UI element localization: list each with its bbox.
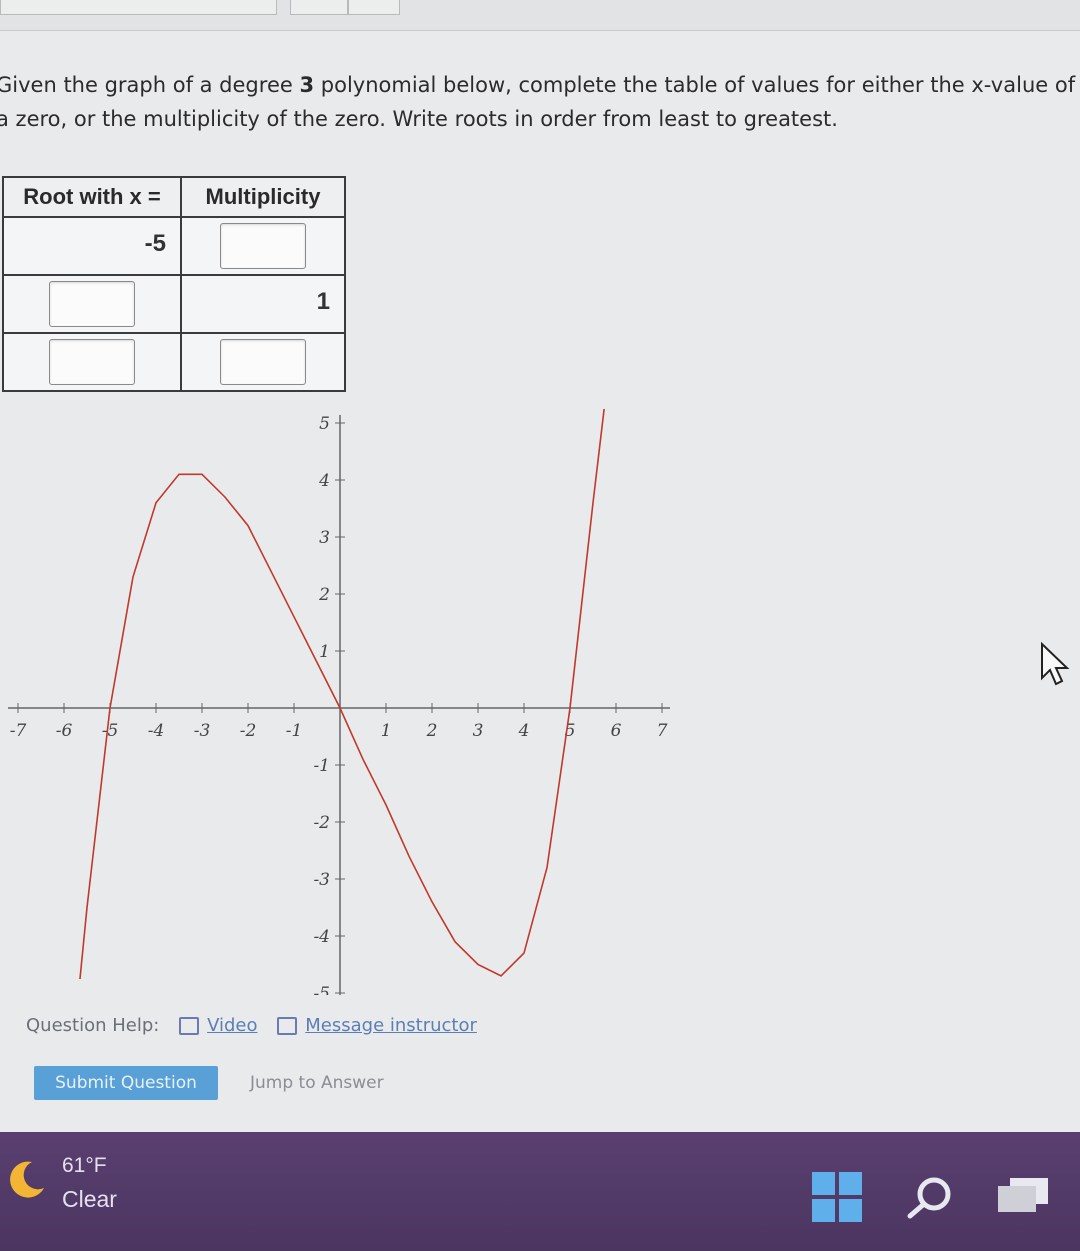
task-view-icon[interactable] [996, 1176, 1052, 1216]
question-text: Given the graph of a degree 3 polynomial… [0, 68, 1080, 136]
question-prefix: Given the graph of a degree [0, 73, 300, 97]
multiplicity-cell: 1 [180, 274, 346, 334]
taskbar: 61°F Clear [0, 1132, 1080, 1251]
jump-to-answer-link[interactable]: Jump to Answer [250, 1073, 384, 1093]
x-tick-label: -7 [10, 721, 27, 741]
y-tick-label: -1 [313, 756, 330, 776]
root-cell: -5 [2, 216, 182, 276]
y-tick-label: 2 [318, 585, 330, 605]
table-row: 1 [2, 274, 346, 334]
y-tick-label: 5 [319, 414, 330, 434]
x-tick-label: -2 [240, 721, 257, 741]
question-degree: 3 [299, 73, 315, 97]
x-tick-label: -6 [56, 721, 73, 741]
tab-right[interactable] [348, 0, 400, 15]
y-tick-label: -2 [313, 813, 330, 833]
x-tick-label: -5 [102, 721, 119, 741]
search-icon[interactable] [904, 1176, 954, 1220]
multiplicity-input[interactable] [220, 223, 306, 269]
multiplicity-cell [180, 332, 346, 392]
y-tick-label: -3 [313, 870, 330, 890]
table-row: -5 [2, 216, 346, 276]
y-tick-label: 3 [319, 528, 330, 548]
x-tick-label: 2 [426, 721, 438, 741]
polynomial-curve [79, 409, 605, 979]
multiplicity-cell [180, 216, 346, 276]
mouse-cursor-icon [1041, 642, 1070, 686]
x-tick-label: 1 [381, 721, 392, 741]
weather-condition[interactable]: Clear [62, 1186, 117, 1213]
roots-table: Root with x = Multiplicity -5 1 [2, 176, 346, 392]
message-instructor-link[interactable]: Message instructor [305, 1015, 477, 1036]
root-value: -5 [144, 230, 166, 257]
tab-middle[interactable] [290, 0, 348, 15]
windows-start-icon[interactable] [812, 1172, 862, 1222]
polynomial-graph: -7 -6 -5 -4 -3 -2 -1 1 2 3 4 5 6 7-5-4-3-2-112345 [8, 409, 670, 995]
weather-temperature[interactable]: 61°F [62, 1154, 107, 1178]
root-input[interactable] [49, 339, 135, 385]
y-tick-label: 4 [318, 471, 330, 491]
question-help: Question Help: Video Message instructor [26, 1015, 477, 1036]
submit-question-button[interactable]: Submit Question [34, 1066, 218, 1100]
table-row [2, 332, 346, 392]
root-cell [2, 274, 182, 334]
x-tick-label: -1 [286, 721, 303, 741]
y-tick-label: 1 [319, 642, 330, 662]
x-tick-label: 4 [518, 721, 530, 741]
root-cell [2, 332, 182, 392]
y-tick-label: -5 [313, 984, 330, 995]
question-help-label: Question Help: [26, 1015, 160, 1036]
root-input[interactable] [49, 281, 135, 327]
tab-left[interactable] [0, 0, 277, 15]
video-link[interactable]: Video [207, 1015, 257, 1036]
video-icon [179, 1017, 200, 1035]
x-tick-label: -4 [148, 721, 165, 741]
header-root: Root with x = [2, 176, 182, 218]
message-icon [277, 1017, 298, 1035]
x-tick-label: -3 [194, 721, 211, 741]
multiplicity-input[interactable] [220, 339, 306, 385]
y-tick-label: -4 [313, 927, 330, 947]
browser-top-strip [0, 0, 1080, 31]
x-tick-label: 7 [657, 721, 668, 741]
x-tick-label: 6 [611, 721, 622, 741]
multiplicity-value: 1 [316, 288, 330, 315]
header-multiplicity: Multiplicity [180, 176, 346, 218]
moon-icon [10, 1161, 44, 1198]
table-header-row: Root with x = Multiplicity [2, 176, 346, 218]
x-tick-label: 3 [473, 721, 484, 741]
